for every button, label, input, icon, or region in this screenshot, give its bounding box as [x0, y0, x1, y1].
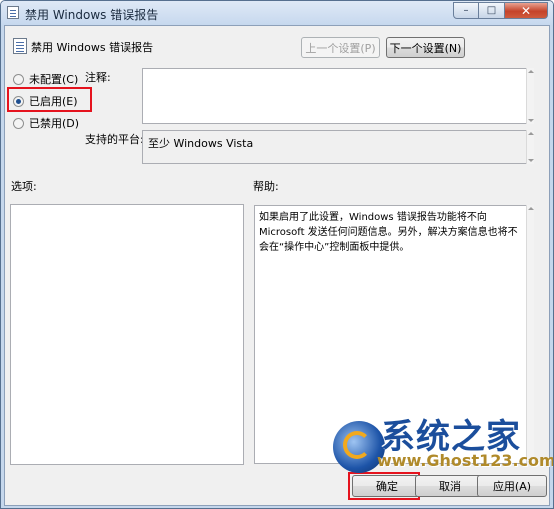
- platform-scrollbar[interactable]: [526, 130, 534, 164]
- watermark: 系统之家 www.Ghost123.com: [327, 405, 553, 495]
- radio-not-configured-label: 未配置(C): [29, 73, 79, 86]
- scroll-up-arrow-icon[interactable]: [528, 207, 534, 210]
- close-button[interactable]: ✕: [505, 2, 548, 19]
- caption-buttons: – □ ✕: [453, 2, 548, 19]
- radio-disabled-circle[interactable]: [13, 117, 24, 129]
- policy-name: 禁用 Windows 错误报告: [31, 41, 154, 54]
- supported-platform-value: 至少 Windows Vista: [148, 137, 254, 150]
- comment-scrollbar[interactable]: [526, 68, 534, 124]
- policy-dialog-window: 禁用 Windows 错误报告 – □ ✕ 禁用 Windows 错误报告 上一…: [0, 0, 554, 509]
- minimize-button[interactable]: –: [453, 2, 479, 19]
- scroll-down-arrow-icon[interactable]: [528, 159, 534, 162]
- maximize-button[interactable]: □: [479, 2, 505, 19]
- help-label: 帮助:: [253, 180, 279, 193]
- scroll-up-arrow-icon[interactable]: [528, 132, 534, 135]
- radio-disabled-label: 已禁用(D): [29, 117, 80, 130]
- radio-not-configured-circle[interactable]: [13, 73, 24, 85]
- options-panel: [10, 204, 244, 465]
- policy-icon: [7, 6, 19, 19]
- next-setting-button[interactable]: 下一个设置(N): [386, 37, 465, 58]
- enabled-highlight-box: [7, 87, 92, 112]
- scroll-up-arrow-icon[interactable]: [528, 70, 534, 73]
- comment-label: 注释:: [85, 71, 111, 84]
- watermark-text-en: www.Ghost123.com: [377, 451, 554, 470]
- previous-setting-button[interactable]: 上一个设置(P): [301, 37, 380, 58]
- window-title: 禁用 Windows 错误报告: [25, 8, 159, 22]
- radio-not-configured[interactable]: 未配置(C): [13, 71, 78, 87]
- options-label: 选项:: [11, 180, 37, 193]
- help-text: 如果启用了此设置，Windows 错误报告功能将不向 Microsoft 发送任…: [259, 212, 518, 253]
- supported-platform-label: 支持的平台:: [85, 133, 144, 146]
- title-bar[interactable]: 禁用 Windows 错误报告 – □ ✕: [1, 1, 553, 25]
- supported-platform-field: 至少 Windows Vista: [142, 130, 534, 164]
- radio-disabled[interactable]: 已禁用(D): [13, 115, 79, 131]
- scroll-down-arrow-icon[interactable]: [528, 119, 534, 122]
- policy-setting-icon: [13, 38, 27, 54]
- comment-textbox[interactable]: [142, 68, 534, 124]
